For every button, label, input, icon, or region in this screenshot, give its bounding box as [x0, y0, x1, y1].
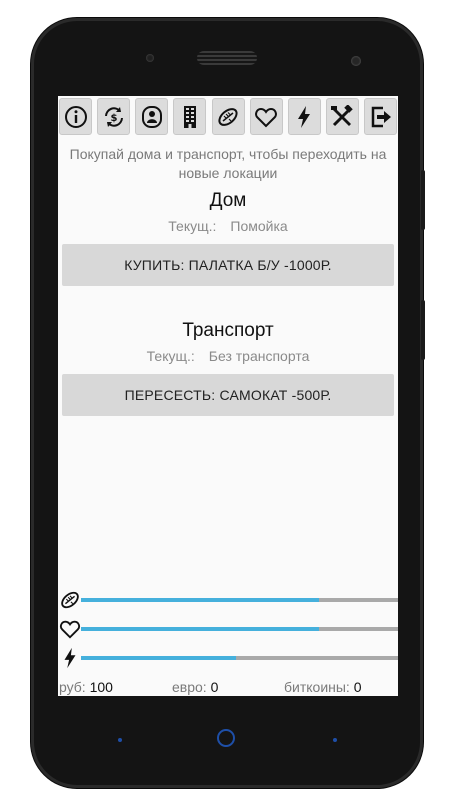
rub-balance: руб: 100: [59, 679, 113, 695]
house-current: Текущ.: Помойка: [58, 218, 398, 234]
lightning-icon: [64, 647, 76, 669]
recents-nav-dot[interactable]: [333, 738, 337, 742]
food-icon: [61, 591, 79, 609]
power-button: [421, 300, 425, 360]
hint-text: Покупай дома и транспорт, чтобы переходи…: [69, 146, 387, 181]
eur-value: 0: [210, 679, 219, 695]
eur-balance: евро: 0: [172, 679, 218, 695]
person-icon: [141, 105, 162, 128]
food-bar: [81, 598, 398, 602]
work-button[interactable]: [325, 98, 359, 135]
transport-current-label: Текущ.:: [146, 348, 195, 364]
house-title: Дом: [209, 190, 247, 211]
front-camera: [351, 56, 361, 66]
btc-label: биткоины:: [284, 679, 350, 695]
energy-bar: [81, 656, 398, 660]
heart-icon: [255, 107, 278, 127]
profile-button[interactable]: [135, 98, 169, 135]
btc-balance: биткоины: 0: [284, 679, 362, 695]
svg-text:$: $: [110, 113, 117, 124]
building-icon: [183, 105, 196, 128]
earpiece-speaker: [197, 51, 257, 65]
transport-current-value: Без транспорта: [208, 348, 310, 364]
app-screen: $ Покупай дома и транспорт, чтобы перехо…: [58, 96, 398, 696]
house-current-value: Помойка: [230, 218, 288, 234]
info-button[interactable]: [59, 98, 92, 135]
transport-title: Транспорт: [182, 320, 274, 341]
house-current-label: Текущ.:: [168, 218, 217, 234]
health-stat: [58, 618, 398, 642]
proximity-sensor: [146, 54, 154, 62]
volume-button: [421, 170, 425, 230]
food-icon: [218, 107, 238, 126]
lightning-icon: [298, 105, 311, 128]
food-stat: [58, 589, 398, 613]
exit-icon: [371, 106, 391, 127]
health-button[interactable]: [249, 98, 283, 135]
eur-label: евро:: [172, 679, 207, 695]
buy-transport-button[interactable]: ПЕРЕСЕСТЬ: САМОКАТ -500Р.: [62, 374, 394, 416]
tools-icon: [331, 104, 354, 126]
toolbar: $: [58, 96, 398, 138]
energy-stat: [58, 647, 398, 671]
money-row: руб: 100 евро: 0 биткоины: 0: [58, 676, 398, 696]
btc-value: 0: [353, 679, 362, 695]
rub-value: 100: [89, 679, 113, 695]
food-bar-fill: [81, 598, 319, 602]
buy-house-button[interactable]: КУПИТЬ: ПАЛАТКА Б/У -1000Р.: [62, 244, 394, 286]
health-bar: [81, 627, 398, 631]
currency-exchange-icon: $: [104, 106, 123, 127]
back-nav-dot[interactable]: [118, 738, 122, 742]
heart-icon: [60, 620, 80, 639]
info-icon: [64, 105, 87, 128]
food-button[interactable]: [211, 98, 245, 135]
energy-button[interactable]: [287, 98, 321, 135]
health-bar-fill: [81, 627, 319, 631]
rub-label: руб:: [59, 679, 86, 695]
exit-button[interactable]: [364, 98, 397, 135]
energy-bar-fill: [81, 656, 237, 660]
home-nav-button[interactable]: [217, 729, 235, 747]
exchange-button[interactable]: $: [97, 98, 131, 135]
housing-button[interactable]: [173, 98, 207, 135]
transport-current: Текущ.: Без транспорта: [58, 348, 398, 364]
